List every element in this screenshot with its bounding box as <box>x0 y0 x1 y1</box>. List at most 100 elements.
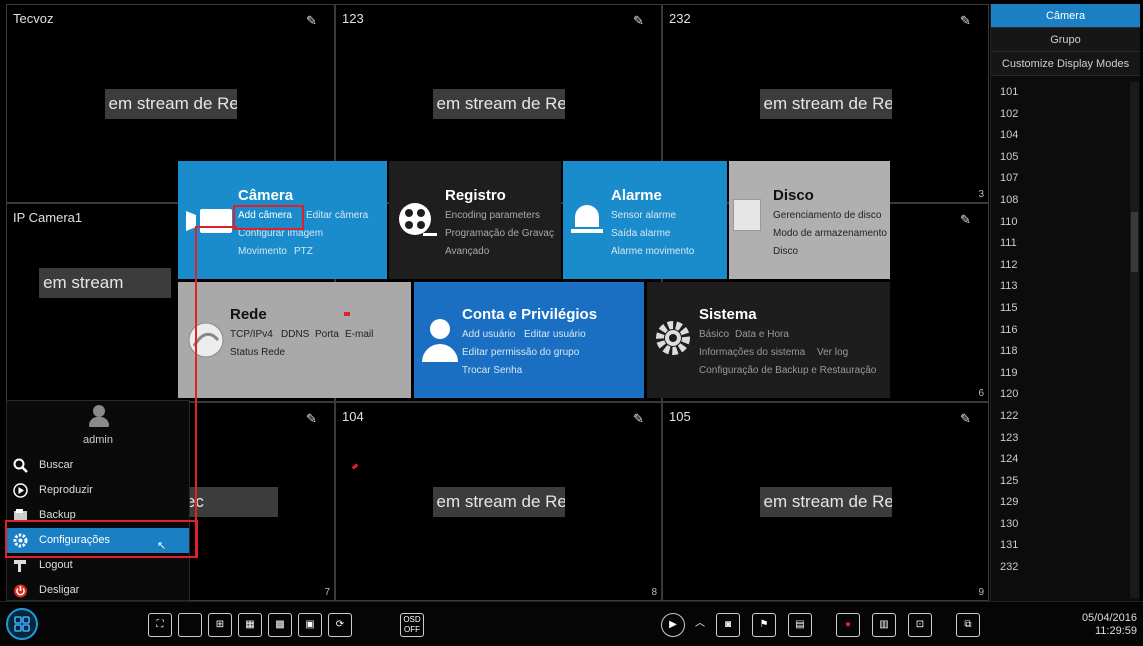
nine-view-button[interactable]: ▦ <box>238 613 262 637</box>
edit-pencil-icon[interactable]: ✎ <box>633 13 647 28</box>
tab-group[interactable]: Grupo <box>991 28 1140 52</box>
menu-title-sistema: Sistema <box>699 306 757 323</box>
disk-link[interactable]: Disco <box>773 246 798 257</box>
camera-list-item[interactable]: 105 <box>991 147 1140 169</box>
menu-tile-alarme[interactable]: Alarme Sensor alarme Saída alarme Alarme… <box>563 161 727 279</box>
info-button[interactable]: ⧉ <box>956 613 980 637</box>
menu-item-label: Desligar <box>39 584 80 596</box>
start-menu-button[interactable] <box>6 608 38 640</box>
edit-pencil-icon[interactable]: ✎ <box>960 13 974 28</box>
camera-list-item[interactable]: 124 <box>991 449 1140 471</box>
playback-button[interactable]: ▶ <box>661 613 685 637</box>
manual-record-button[interactable]: ▤ <box>788 613 812 637</box>
alarm-button[interactable]: ● <box>836 613 860 637</box>
camera-list-item[interactable]: 123 <box>991 428 1140 450</box>
camera-list-item[interactable]: 232 <box>991 557 1140 579</box>
ptz-link[interactable]: PTZ <box>294 246 313 257</box>
group-permission-link[interactable]: Editar permissão do grupo <box>462 347 579 358</box>
alarm-output-link[interactable]: Saída alarme <box>611 228 670 239</box>
backup-restore-link[interactable]: Configuração de Backup e Restauração <box>699 365 876 376</box>
camera-list-item[interactable]: 104 <box>991 125 1140 147</box>
info-icon: ⧉ <box>964 619 972 630</box>
camera-list-item[interactable]: 115 <box>991 298 1140 320</box>
basic-link[interactable]: Básico <box>699 329 729 340</box>
single-view-button[interactable] <box>178 613 202 637</box>
avatar <box>93 405 105 417</box>
change-password-link[interactable]: Trocar Senha <box>462 365 522 376</box>
menu-item-playback[interactable]: Reproduzir <box>7 478 189 503</box>
edit-pencil-icon[interactable]: ✎ <box>960 212 974 227</box>
camera-list-item[interactable]: 110 <box>991 212 1140 234</box>
layout-button[interactable]: ▣ <box>298 613 322 637</box>
camera-list-item[interactable]: 112 <box>991 255 1140 277</box>
encoding-parameters-link[interactable]: Encoding parameters <box>445 210 540 221</box>
disk-status-button[interactable]: ▥ <box>872 613 896 637</box>
stream-status: em stream de Rec <box>759 88 892 119</box>
osd-toggle-button[interactable]: OSD OFF <box>400 613 424 637</box>
recording-schedule-link[interactable]: Programação de Gravaç <box>445 228 554 239</box>
channel-cell-8[interactable]: 104 ✎ em stream de Rec 8 <box>335 402 662 601</box>
edit-pencil-icon[interactable]: ✎ <box>306 13 320 28</box>
play-icon: ▶ <box>669 619 677 630</box>
camera-list-item[interactable]: 119 <box>991 363 1140 385</box>
camera-list-item[interactable]: 120 <box>991 384 1140 406</box>
camera-list-item[interactable]: 101 <box>991 82 1140 104</box>
tcp-ipv4-link[interactable]: TCP/IPv4 <box>230 329 273 340</box>
camera-list-item[interactable]: 116 <box>991 320 1140 342</box>
camera-list-item[interactable]: 107 <box>991 168 1140 190</box>
motion-alarm-link[interactable]: Alarme movimento <box>611 246 694 257</box>
storage-mode-link[interactable]: Modo de armazenamento <box>773 228 887 239</box>
camera-list-item[interactable]: 129 <box>991 492 1140 514</box>
camera-list-item[interactable]: 130 <box>991 514 1140 536</box>
advanced-link[interactable]: Avançado <box>445 246 489 257</box>
sequence-button[interactable]: ⟳ <box>328 613 352 637</box>
motion-link[interactable]: Movimento <box>238 246 287 257</box>
camera-list-item[interactable]: 131 <box>991 535 1140 557</box>
fullscreen-button[interactable]: ⛶ <box>148 613 172 637</box>
expand-button[interactable]: ︿ <box>688 613 712 637</box>
camera-list-item[interactable]: 102 <box>991 104 1140 126</box>
edit-pencil-icon[interactable]: ✎ <box>960 411 974 426</box>
quad-view-button[interactable]: ⊞ <box>208 613 232 637</box>
edit-pencil-icon[interactable]: ✎ <box>633 411 647 426</box>
menu-title-camera: Câmera <box>238 187 294 204</box>
system-info-link[interactable]: Informações do sistema <box>699 347 805 358</box>
snapshot-button[interactable]: ◙ <box>716 613 740 637</box>
layout-icon: ▣ <box>305 619 315 630</box>
add-user-link[interactable]: Add usuário <box>462 329 515 340</box>
camera-list-item[interactable]: 111 <box>991 233 1140 255</box>
date-time-link[interactable]: Data e Hora <box>735 329 789 340</box>
ddns-link[interactable]: DDNS <box>281 329 309 340</box>
camera-list-item[interactable]: 122 <box>991 406 1140 428</box>
menu-tile-disco[interactable]: Disco Gerenciamento de disco Modo de arm… <box>729 161 890 279</box>
tab-customize-display-modes[interactable]: Customize Display Modes <box>991 52 1140 76</box>
view-log-link[interactable]: Ver log <box>817 347 848 358</box>
camera-list-item[interactable]: 113 <box>991 276 1140 298</box>
camera-list-item[interactable]: 118 <box>991 341 1140 363</box>
network-status-link[interactable]: Status Rede <box>230 347 285 358</box>
port-link[interactable]: Porta <box>315 329 339 340</box>
tab-camera[interactable]: Câmera <box>991 4 1140 28</box>
menu-item-label: Reproduzir <box>39 484 93 496</box>
edit-camera-link[interactable]: Editar câmera <box>306 210 368 221</box>
camera-list-panel: Câmera Grupo Customize Display Modes 101… <box>990 4 1140 601</box>
camera-list-scrollbar[interactable] <box>1130 82 1139 598</box>
email-link[interactable]: E-mail <box>345 329 373 340</box>
menu-tile-sistema[interactable]: Sistema Básico Data e Hora Informações d… <box>647 282 890 398</box>
camera-list-item[interactable]: 108 <box>991 190 1140 212</box>
menu-tile-rede[interactable]: Rede TCP/IPv4 DDNS Porta E-mail Status R… <box>178 282 411 398</box>
scrollbar-thumb[interactable] <box>1131 212 1138 272</box>
edit-pencil-icon[interactable]: ✎ <box>306 411 320 426</box>
camera-list-item[interactable]: 125 <box>991 471 1140 493</box>
menu-item-shutdown[interactable]: Desligar <box>7 578 189 603</box>
edit-user-link[interactable]: Editar usuário <box>524 329 586 340</box>
record-button[interactable]: ⚑ <box>752 613 776 637</box>
disk-management-link[interactable]: Gerenciamento de disco <box>773 210 881 221</box>
sixteen-view-button[interactable]: ▩ <box>268 613 292 637</box>
channel-cell-9[interactable]: 105 ✎ em stream de Rec 9 <box>662 402 989 601</box>
network-status-button[interactable]: ⊡ <box>908 613 932 637</box>
menu-tile-registro[interactable]: Registro Encoding parameters Programação… <box>389 161 561 279</box>
menu-tile-conta[interactable]: Conta e Privilégios Add usuário Editar u… <box>414 282 644 398</box>
menu-item-search[interactable]: Buscar <box>7 453 189 478</box>
sensor-alarm-link[interactable]: Sensor alarme <box>611 210 676 221</box>
